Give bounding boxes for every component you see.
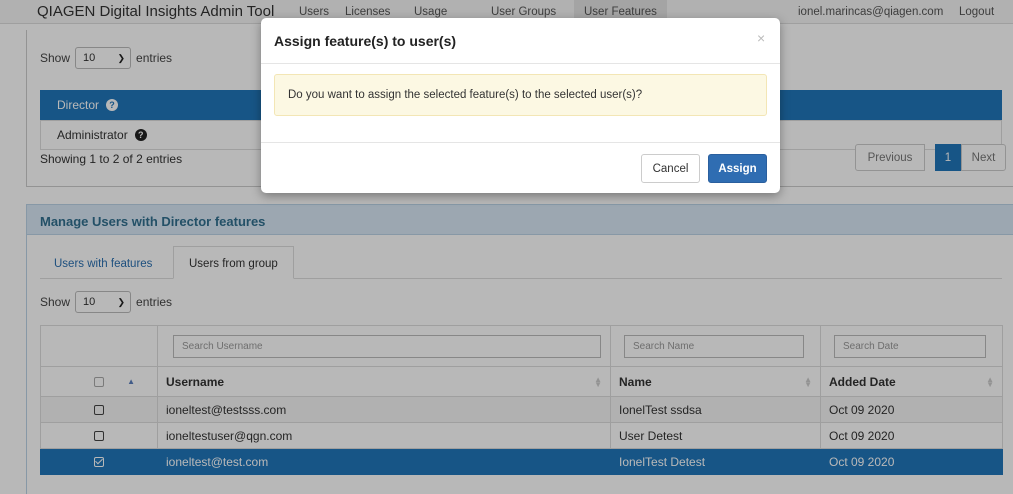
dialog-header-divider [261, 63, 780, 64]
dialog-footer-divider [261, 142, 780, 143]
confirm-message: Do you want to assign the selected featu… [274, 74, 767, 116]
assign-button[interactable]: Assign [708, 154, 767, 183]
assign-features-dialog: Assign feature(s) to user(s) × Do you wa… [261, 18, 780, 193]
dialog-title: Assign feature(s) to user(s) [274, 33, 457, 49]
cancel-button[interactable]: Cancel [641, 154, 700, 183]
close-icon[interactable]: × [757, 30, 765, 46]
